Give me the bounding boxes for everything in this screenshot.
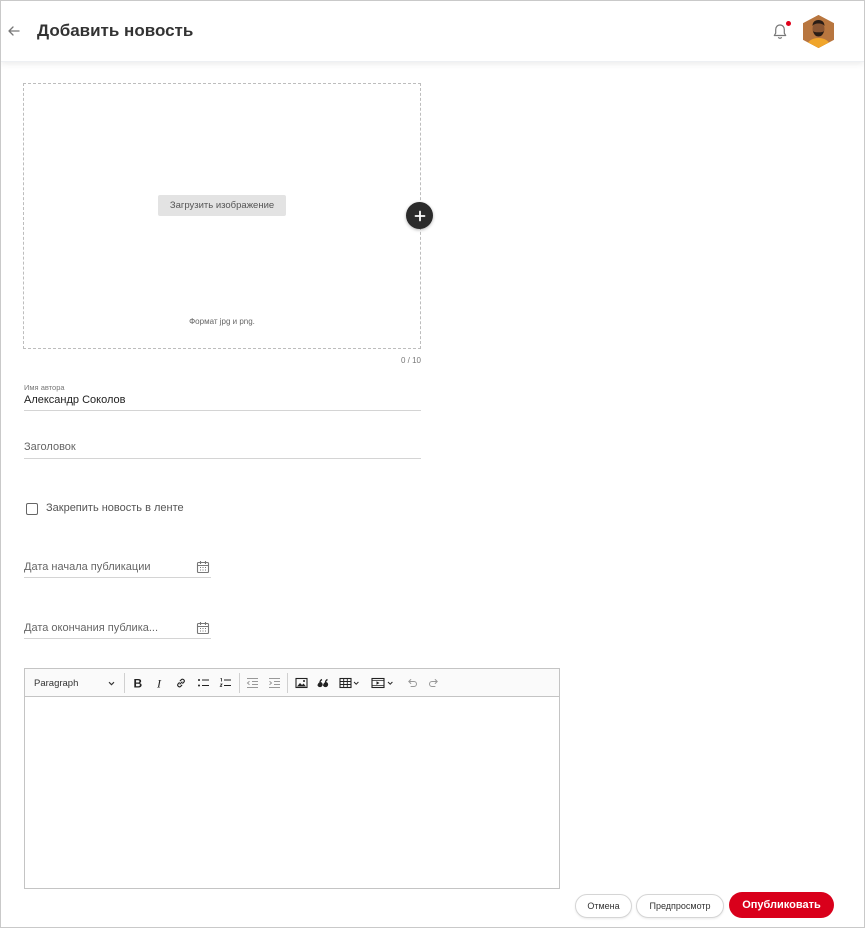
- user-avatar[interactable]: [803, 15, 834, 48]
- outdent-button[interactable]: [242, 674, 262, 692]
- media-icon: [371, 677, 393, 689]
- heading-select-value: Paragraph: [34, 677, 79, 689]
- link-icon: [177, 678, 185, 688]
- insert-image-button[interactable]: [291, 674, 311, 692]
- toolbar-separator: [239, 673, 240, 693]
- format-hint: Формат jpg и png.: [189, 317, 255, 326]
- notification-badge: [786, 21, 791, 26]
- author-underline: [24, 410, 421, 411]
- insert-media-button[interactable]: [368, 674, 398, 692]
- bulleted-list-button[interactable]: [193, 674, 213, 692]
- add-image-button[interactable]: [406, 202, 433, 229]
- pin-news-label: Закрепить новость в ленте: [46, 502, 184, 514]
- italic-button[interactable]: I: [150, 674, 170, 692]
- numbered-list-button[interactable]: [215, 674, 235, 692]
- svg-text:I: I: [156, 677, 162, 689]
- arrow-left-icon: [8, 26, 20, 36]
- app-frame: Добавить новость Загрузить изображение Ф…: [0, 0, 865, 928]
- plus-icon: [414, 210, 425, 221]
- end-date-field[interactable]: Дата окончания публика...: [24, 622, 158, 634]
- chevron-down-icon: [108, 681, 115, 685]
- bulleted-list-icon: [197, 679, 209, 687]
- avatar-image: [803, 15, 834, 48]
- preview-button[interactable]: Предпросмотр: [636, 894, 724, 918]
- outdent-icon: [246, 678, 258, 688]
- bold-button[interactable]: B: [128, 674, 148, 692]
- indent-icon: [268, 678, 280, 688]
- end-date-underline: [24, 638, 211, 639]
- calendar-icon: [196, 561, 210, 574]
- bold-icon: B: [134, 677, 143, 689]
- blockquote-button[interactable]: [313, 674, 333, 692]
- back-button[interactable]: [5, 22, 23, 40]
- page-title: Добавить новость: [37, 21, 194, 40]
- end-date-picker-button[interactable]: [196, 621, 210, 635]
- link-button[interactable]: [171, 674, 191, 692]
- start-date-field[interactable]: Дата начала публикации: [24, 561, 151, 573]
- publish-button[interactable]: Опубликовать: [729, 892, 834, 918]
- italic-icon: I: [156, 677, 162, 689]
- redo-button[interactable]: [424, 674, 444, 692]
- title-underline: [24, 458, 421, 459]
- numbered-list-icon: [219, 678, 231, 687]
- image-icon: [294, 677, 308, 689]
- indent-button[interactable]: [264, 674, 284, 692]
- toolbar-separator: [287, 673, 288, 693]
- start-date-underline: [24, 577, 211, 578]
- table-icon: [339, 677, 359, 689]
- calendar-icon: [196, 622, 210, 635]
- rich-text-editor: Paragraph B I: [24, 668, 560, 889]
- insert-table-button[interactable]: [336, 674, 364, 692]
- heading-select[interactable]: Paragraph: [30, 674, 120, 692]
- start-date-picker-button[interactable]: [196, 560, 210, 574]
- image-counter: 0 / 10: [400, 356, 421, 365]
- editor-toolbar: Paragraph B I: [25, 669, 559, 697]
- page-header: Добавить новость: [1, 1, 864, 62]
- upload-image-button[interactable]: Загрузить изображение: [158, 195, 286, 216]
- image-dropzone[interactable]: Загрузить изображение Формат jpg и png.: [23, 83, 421, 349]
- cancel-button[interactable]: Отмена: [575, 894, 632, 918]
- author-label: Имя автора: [24, 383, 65, 392]
- pin-news-checkbox[interactable]: [26, 503, 38, 515]
- svg-text:B: B: [134, 677, 143, 689]
- title-field[interactable]: Заголовок: [24, 441, 76, 453]
- undo-icon: [408, 679, 417, 687]
- redo-icon: [429, 679, 438, 687]
- toolbar-separator: [124, 673, 125, 693]
- author-field[interactable]: Александр Соколов: [24, 394, 125, 406]
- editor-content-area[interactable]: [25, 698, 559, 888]
- quote-icon: [317, 678, 329, 688]
- undo-button[interactable]: [402, 674, 422, 692]
